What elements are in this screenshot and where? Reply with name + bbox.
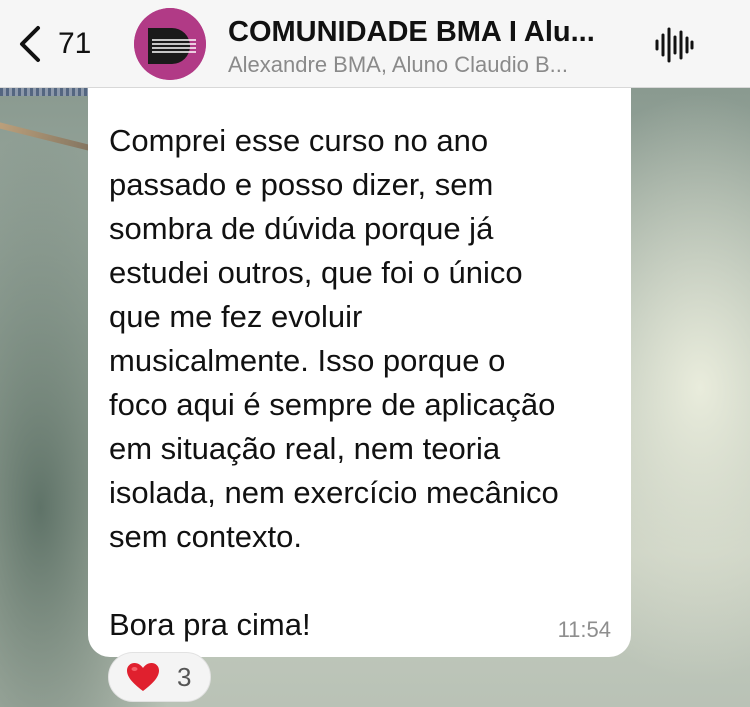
chevron-left-icon — [20, 26, 40, 62]
audio-waveform-icon — [655, 27, 694, 63]
back-button[interactable]: 71 — [14, 18, 104, 70]
reaction-count: 3 — [177, 661, 192, 692]
chat-title[interactable]: COMUNIDADE BMA I Alu... — [228, 14, 638, 50]
group-avatar[interactable] — [134, 8, 206, 80]
message-text: Comprei esse curso no ano passado e poss… — [109, 123, 559, 642]
group-avatar-logo — [134, 8, 206, 80]
message-timestamp: 11:54 — [557, 617, 611, 642]
chat-header: 71 COMUNIDADE BMA I Alu... Alexandre BMA… — [0, 0, 750, 88]
audio-call-button[interactable] — [654, 26, 694, 64]
chat-members[interactable]: Alexandre BMA, Aluno Claudio B... — [228, 52, 638, 78]
wallpaper-decoration — [0, 88, 100, 96]
unread-count: 71 — [58, 27, 92, 60]
message-bubble[interactable]: Comprei esse curso no ano passado e poss… — [88, 88, 631, 657]
reaction-pill[interactable]: 3 — [108, 652, 211, 702]
red-heart-icon — [127, 663, 159, 691]
